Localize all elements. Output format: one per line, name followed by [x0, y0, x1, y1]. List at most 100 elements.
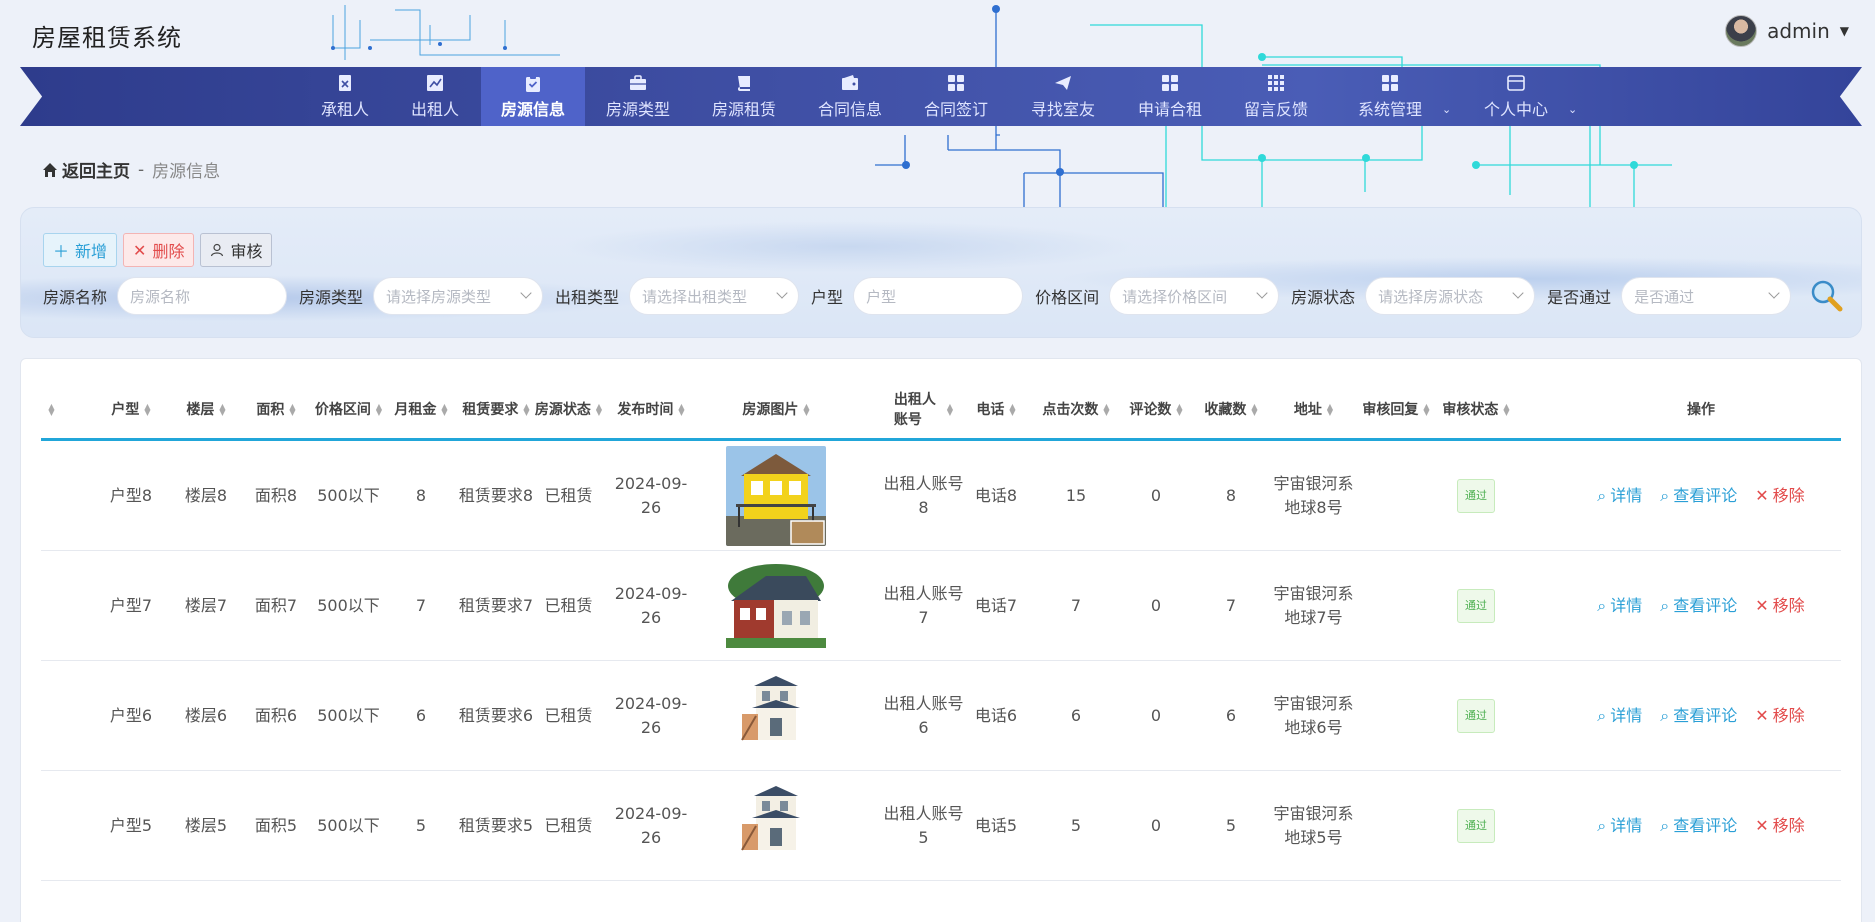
- sort-icon[interactable]: ▲ ▼: [678, 403, 684, 417]
- detail-button[interactable]: ⌕ 详情: [1597, 704, 1642, 728]
- nav-item-0[interactable]: 承租人: [299, 67, 391, 126]
- cell-select: [41, 661, 57, 771]
- sort-icon[interactable]: ▲ ▼: [1327, 403, 1333, 417]
- passed-select[interactable]: 是否通过: [1621, 277, 1792, 315]
- sort-icon[interactable]: ▲ ▼: [144, 403, 150, 417]
- sort-icon[interactable]: ▲ ▼: [1176, 403, 1182, 417]
- delete-button-label: 删除: [152, 242, 185, 261]
- add-button[interactable]: ＋ 新增: [43, 233, 118, 267]
- delete-button[interactable]: ✕ 删除: [123, 233, 195, 267]
- detail-button[interactable]: ⌕ 详情: [1597, 594, 1642, 618]
- table-row[interactable]: 户型7 楼层7 面积7 500以下 7 租赁要求7 已租赁 2024-09-26 出租人账号7 电…: [41, 551, 1841, 661]
- column-header-favs[interactable]: 收藏数 ▲ ▼: [1191, 379, 1271, 441]
- nav-item-4[interactable]: 房源租赁: [692, 67, 796, 126]
- column-header-select[interactable]: ▲ ▼: [41, 379, 57, 441]
- sort-icon[interactable]: ▲ ▼: [1423, 403, 1429, 417]
- user-menu[interactable]: admin ▼: [1725, 15, 1849, 47]
- nav-item-8[interactable]: 申请合租: [1118, 67, 1222, 126]
- column-header-rent[interactable]: 月租金 ▲ ▼: [386, 379, 456, 441]
- cell-address: 宇宙银河系地球5号: [1271, 771, 1356, 881]
- table-row[interactable]: 户型6 楼层6 面积6 500以下 6 租赁要求6 已租赁 2024-09-26 出租人账号6 电…: [41, 661, 1841, 771]
- sort-icon[interactable]: ▲ ▼: [523, 403, 529, 417]
- column-header-address[interactable]: 地址 ▲ ▼: [1271, 379, 1356, 441]
- column-header-ops[interactable]: 操作: [1561, 379, 1841, 441]
- remove-button[interactable]: ✕ 移除: [1755, 814, 1804, 838]
- cell-text: 2024-09-26: [614, 694, 688, 737]
- search-button[interactable]: [1807, 276, 1847, 316]
- sort-icon[interactable]: ▲ ▼: [376, 403, 382, 417]
- audit-button[interactable]: 审核: [200, 233, 273, 267]
- column-header-req[interactable]: 租赁要求 ▲ ▼: [456, 379, 536, 441]
- avatar[interactable]: [1725, 15, 1758, 47]
- chart-icon: [426, 74, 444, 92]
- filter-label-layout: 户型: [811, 288, 844, 307]
- nav-item-7[interactable]: 寻找室友: [1011, 67, 1115, 126]
- remove-button[interactable]: ✕ 移除: [1755, 484, 1804, 508]
- view-comments-button[interactable]: ⌕ 查看评论: [1660, 704, 1737, 728]
- house-type-select[interactable]: 请选择房源类型: [373, 277, 544, 315]
- chevron-down-icon[interactable]: ⌄: [1442, 103, 1451, 116]
- view-comments-button[interactable]: ⌕ 查看评论: [1660, 484, 1737, 508]
- sort-icon[interactable]: ▲ ▼: [48, 403, 54, 417]
- column-header-reply[interactable]: 审核回复 ▲ ▼: [1356, 379, 1436, 441]
- house-image: [711, 441, 841, 551]
- sort-icon[interactable]: ▲ ▼: [947, 403, 953, 417]
- nav-item-6[interactable]: 合同签订: [904, 67, 1008, 126]
- cell-phone: 电话5: [966, 771, 1026, 881]
- remove-button[interactable]: ✕ 移除: [1755, 594, 1804, 618]
- sort-icon[interactable]: ▲ ▼: [289, 403, 295, 417]
- house-name-input[interactable]: 房源名称: [117, 277, 288, 315]
- user-name[interactable]: admin: [1767, 19, 1830, 43]
- caret-down-icon[interactable]: ▼: [1840, 24, 1849, 38]
- nav-item-5[interactable]: 合同信息: [798, 67, 902, 126]
- nav-item-1[interactable]: 出租人: [389, 67, 481, 126]
- nav-item-9[interactable]: 留言反馈: [1224, 67, 1328, 126]
- house-status-select[interactable]: 请选择房源状态: [1365, 277, 1536, 315]
- column-header-clicks[interactable]: 点击次数 ▲ ▼: [1031, 379, 1121, 441]
- sort-icon[interactable]: ▲ ▼: [803, 403, 809, 417]
- cell-text: 出租人账号5: [883, 804, 964, 847]
- nav-item-3[interactable]: 房源类型: [586, 67, 690, 126]
- column-header-price[interactable]: 价格区间 ▲ ▼: [306, 379, 391, 441]
- price-range-select[interactable]: 请选择价格区间: [1109, 277, 1280, 315]
- column-header-account[interactable]: 出租人账号 ▲ ▼: [881, 379, 966, 441]
- sort-icon[interactable]: ▲ ▼: [1103, 403, 1109, 417]
- column-header-image[interactable]: 房源图片 ▲ ▼: [711, 379, 841, 441]
- search-panel: ＋ 新增 ✕ 删除 审核 房源名称 房源名称 房源类型 请选择房源类型 出租类型…: [20, 207, 1862, 338]
- sort-icon[interactable]: ▲ ▼: [1251, 403, 1257, 417]
- view-comments-button[interactable]: ⌕ 查看评论: [1660, 814, 1737, 838]
- cell-rent: 7: [386, 551, 456, 661]
- column-header-audit[interactable]: 审核状态 ▲ ▼: [1436, 379, 1516, 441]
- nav-item-11[interactable]: 个人中心: [1457, 67, 1575, 126]
- cell-text: 已租赁: [544, 816, 593, 835]
- column-header-time[interactable]: 发布时间 ▲ ▼: [606, 379, 696, 441]
- rent-type-select[interactable]: 请选择出租类型: [629, 277, 800, 315]
- breadcrumb-home-label[interactable]: 返回主页: [62, 157, 130, 182]
- column-header-area[interactable]: 面积 ▲ ▼: [241, 379, 311, 441]
- table-row[interactable]: 户型5 楼层5 面积5 500以下 5 租赁要求5 已租赁 2024-09-26 出租人账号5 电…: [41, 771, 1841, 881]
- nav-item-10[interactable]: 系统管理: [1331, 67, 1449, 126]
- table-body: 户型8 楼层8 面积8 500以下 8 租赁要求8 已租赁 2024-09-26 出租人账号8 电…: [41, 441, 1841, 881]
- layout-input[interactable]: 户型: [853, 277, 1024, 315]
- column-header-status[interactable]: 房源状态 ▲ ▼: [531, 379, 606, 441]
- sort-icon[interactable]: ▲ ▼: [1009, 403, 1015, 417]
- nav-item-2[interactable]: 房源信息: [481, 67, 585, 126]
- detail-button[interactable]: ⌕ 详情: [1597, 484, 1642, 508]
- cell-text: 出租人账号7: [883, 584, 964, 627]
- sort-icon[interactable]: ▲ ▼: [219, 403, 225, 417]
- column-header-comments[interactable]: 评论数 ▲ ▼: [1121, 379, 1191, 441]
- detail-button[interactable]: ⌕ 详情: [1597, 814, 1642, 838]
- sort-icon[interactable]: ▲ ▼: [441, 403, 447, 417]
- cell-time: 2024-09-26: [606, 661, 696, 771]
- sort-icon[interactable]: ▲ ▼: [596, 403, 602, 417]
- chevron-down-icon[interactable]: ⌄: [1568, 103, 1577, 116]
- column-header-floor[interactable]: 楼层 ▲ ▼: [171, 379, 241, 441]
- column-header-phone[interactable]: 电话 ▲ ▼: [966, 379, 1026, 441]
- table-row[interactable]: 户型8 楼层8 面积8 500以下 8 租赁要求8 已租赁 2024-09-26 出租人账号8 电…: [41, 441, 1841, 551]
- price-range-placeholder: 请选择价格区间: [1122, 287, 1228, 306]
- remove-button[interactable]: ✕ 移除: [1755, 704, 1804, 728]
- sort-icon[interactable]: ▲ ▼: [1503, 403, 1509, 417]
- column-header-layout[interactable]: 户型 ▲ ▼: [96, 379, 166, 441]
- view-comments-button[interactable]: ⌕ 查看评论: [1660, 594, 1737, 618]
- breadcrumb-home[interactable]: 返回主页: [42, 157, 130, 182]
